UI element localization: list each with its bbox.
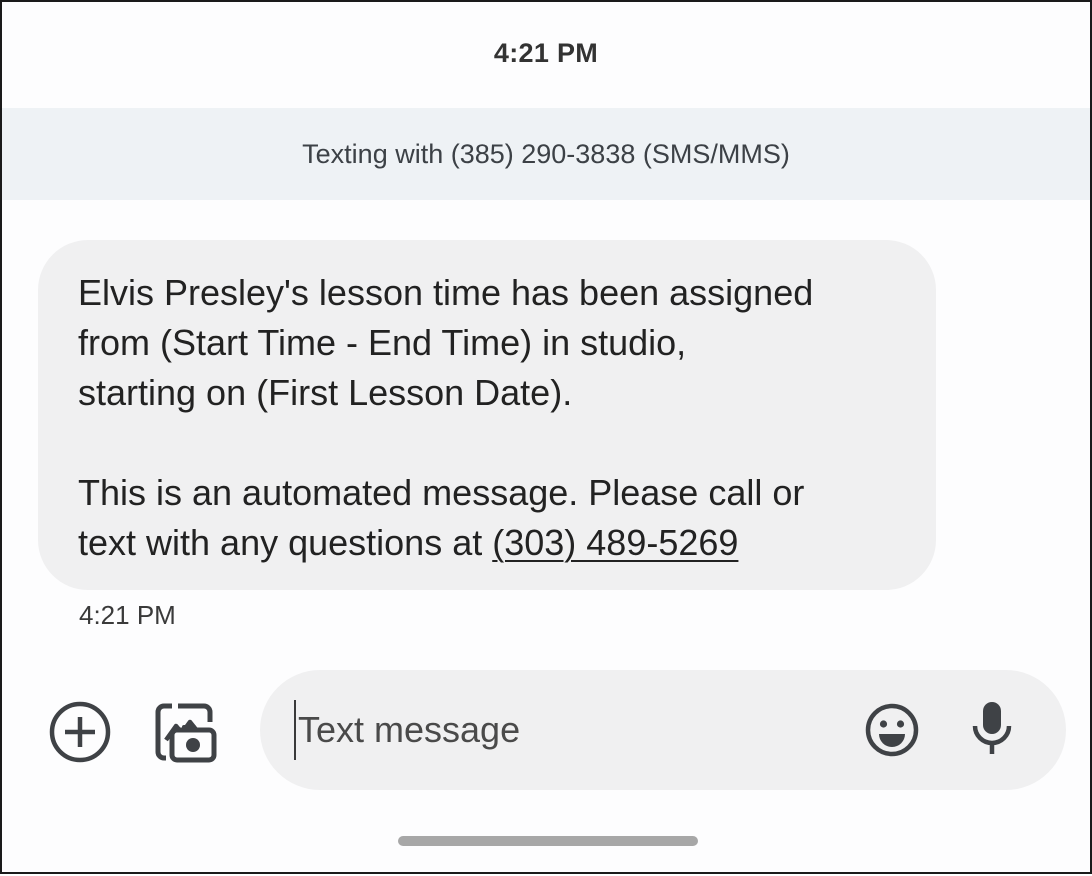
- conversation-time-header: 4:21 PM: [493, 38, 599, 68]
- add-attachment-button[interactable]: [48, 700, 112, 764]
- microphone-icon: [972, 702, 1012, 754]
- texting-with-label: Texting with (385) 290-3838 (SMS/MMS): [302, 138, 790, 169]
- gallery-camera-icon: [155, 703, 217, 763]
- messaging-screen: 4:21 PM Texting with (385) 290-3838 (SMS…: [0, 0, 1092, 874]
- compose-bar: [260, 670, 1066, 790]
- gallery-camera-button[interactable]: [152, 700, 218, 764]
- message-paragraph-2: This is an automated message. Please cal…: [78, 468, 906, 568]
- message-input[interactable]: [294, 700, 838, 760]
- emoji-icon: [865, 703, 919, 757]
- phone-number-link[interactable]: (303) 489-5269: [492, 522, 738, 563]
- texting-with-banner: Texting with (385) 290-3838 (SMS/MMS): [2, 108, 1090, 200]
- incoming-message-bubble[interactable]: Elvis Presley's lesson time has been ass…: [38, 240, 936, 590]
- add-circle-icon: [49, 701, 111, 763]
- message-paragraph-1: Elvis Presley's lesson time has been ass…: [78, 272, 814, 413]
- home-indicator[interactable]: [398, 836, 698, 846]
- voice-input-button[interactable]: [964, 698, 1020, 760]
- emoji-button[interactable]: [864, 702, 920, 758]
- message-timestamp: 4:21 PM: [79, 600, 176, 630]
